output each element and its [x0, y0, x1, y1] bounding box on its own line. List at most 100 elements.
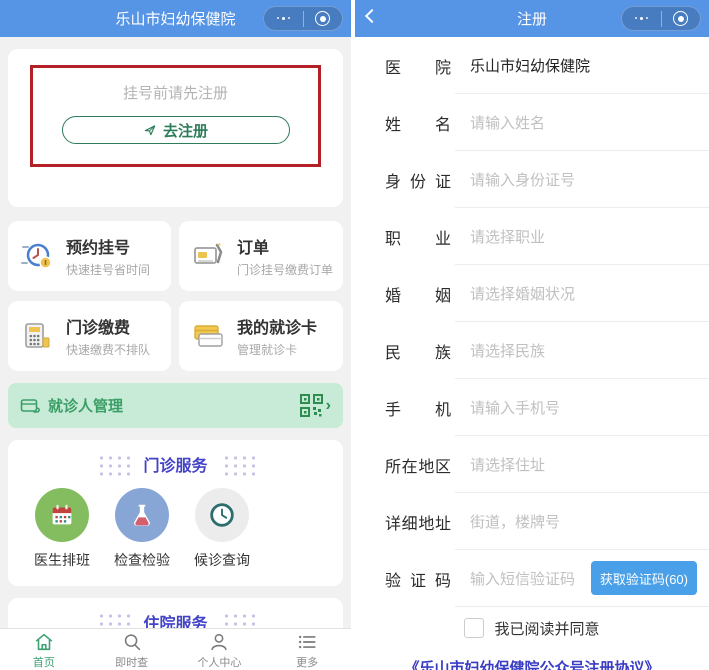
flask-icon: [115, 488, 169, 542]
qr-code-icon: [299, 393, 325, 419]
section-title: 门诊服务: [143, 452, 207, 476]
tab-label: 更多: [296, 654, 318, 670]
quick-action-mycard[interactable]: 我的就诊卡 管理就诊卡: [179, 301, 343, 371]
calendar-icon: [35, 488, 89, 542]
ethnicity-select[interactable]: 请选择民族: [470, 340, 545, 361]
service-queue-query[interactable]: 候诊查询: [182, 488, 262, 570]
row-divider: [455, 606, 709, 607]
agree-checkbox[interactable]: [464, 618, 484, 638]
chevron-right-icon: ›: [326, 397, 331, 415]
page-title: 注册: [517, 8, 547, 29]
register-page: 注册 医院 乐山市妇幼保健院 姓名 请输入姓名: [355, 0, 709, 670]
field-label: 医院: [385, 54, 451, 78]
form-row-occupation[interactable]: 职业 请选择职业: [355, 208, 709, 265]
quick-action-payment[interactable]: 门诊缴费 快速缴费不排队: [8, 301, 171, 371]
form-row-hospital: 医院 乐山市妇幼保健院: [355, 37, 709, 94]
tab-instant-query[interactable]: 即时查: [88, 629, 176, 670]
field-label: 民族: [385, 339, 451, 363]
outpatient-section: 门诊服务: [8, 440, 343, 586]
cards-icon: [189, 316, 229, 356]
search-icon: [121, 631, 143, 653]
patient-manage-bar[interactable]: 就诊人管理 ›: [8, 383, 343, 428]
service-label: 医生排班: [34, 550, 90, 570]
quick-action-orders[interactable]: 订单 门诊挂号缴费订单: [179, 221, 343, 291]
field-label: 手机: [385, 396, 451, 420]
tab-label: 个人中心: [197, 654, 241, 670]
form-row-idcard[interactable]: 身份证 请输入身份证号: [355, 151, 709, 208]
field-label: 身份证: [385, 168, 451, 192]
quick-action-title: 门诊缴费: [66, 314, 150, 338]
idcard-input[interactable]: 请输入身份证号: [470, 169, 575, 190]
quick-action-appointment[interactable]: 预约挂号 快速挂号省时间: [8, 221, 171, 291]
smscode-input[interactable]: 输入短信验证码: [470, 568, 575, 589]
form-row-address[interactable]: 详细地址 街道，楼牌号: [355, 493, 709, 550]
red-highlight-box: 挂号前请先注册 去注册: [30, 65, 321, 167]
wechat-capsule: [621, 6, 701, 31]
form-row-name[interactable]: 姓名 请输入姓名: [355, 94, 709, 151]
person-icon: [208, 631, 230, 653]
agree-label: 我已阅读并同意: [494, 618, 599, 639]
form-row-smscode[interactable]: 验证码 输入短信验证码 获取验证码(60): [355, 550, 709, 607]
field-label: 姓名: [385, 111, 451, 135]
patient-manage-label: 就诊人管理: [48, 395, 123, 416]
tab-more[interactable]: 更多: [263, 629, 351, 670]
form-row-phone[interactable]: 手机 请输入手机号: [355, 379, 709, 436]
more-menu-button[interactable]: [264, 17, 303, 21]
close-minimize-button[interactable]: [304, 11, 343, 26]
form-row-marriage[interactable]: 婚姻 请选择婚姻状况: [355, 265, 709, 322]
quick-action-title: 我的就诊卡: [237, 314, 317, 338]
form-row-ethnicity[interactable]: 民族 请选择民族: [355, 322, 709, 379]
name-input[interactable]: 请输入姓名: [470, 112, 545, 133]
quick-action-title: 订单: [237, 234, 333, 258]
home-page: 乐山市妇幼保健院 挂号前请先注册: [0, 0, 351, 670]
occupation-select[interactable]: 请选择职业: [470, 226, 545, 247]
quick-action-subtitle: 管理就诊卡: [237, 341, 317, 358]
service-label: 候诊查询: [194, 550, 250, 570]
phone-input[interactable]: 请输入手机号: [470, 397, 560, 418]
ellipsis-icon: [277, 17, 291, 21]
dots-decoration: [220, 452, 256, 476]
target-circle-icon: [673, 11, 688, 26]
service-label: 检查检验: [114, 550, 170, 570]
field-label: 所在地区: [385, 453, 451, 477]
bottom-tab-bar: 首页 即时查 个人中心 更多: [0, 628, 351, 670]
tab-home[interactable]: 首页: [0, 629, 88, 670]
quick-action-title: 预约挂号: [66, 234, 150, 258]
get-code-button[interactable]: 获取验证码(60): [591, 561, 697, 595]
more-menu-button[interactable]: [622, 17, 661, 21]
register-header: 注册: [355, 0, 709, 37]
register-form: 医院 乐山市妇幼保健院 姓名 请输入姓名 身份证 请输入身份证号 职业 请选择职…: [355, 37, 709, 670]
wechat-capsule: [263, 6, 343, 31]
register-prompt-card: 挂号前请先注册 去注册: [8, 49, 343, 207]
tab-personal-center[interactable]: 个人中心: [176, 629, 264, 670]
quick-action-subtitle: 快速缴费不排队: [66, 341, 150, 358]
screenshot-root: 乐山市妇幼保健院 挂号前请先注册: [0, 0, 709, 670]
register-notice-text: 挂号前请先注册: [33, 82, 318, 103]
close-minimize-button[interactable]: [662, 11, 701, 26]
field-label: 职业: [385, 225, 451, 249]
send-icon: [143, 123, 157, 137]
agreement-link[interactable]: 《乐山市妇幼保健院公众号注册协议》: [355, 657, 709, 670]
list-icon: [296, 631, 318, 653]
service-lab-tests[interactable]: 检查检验: [102, 488, 182, 570]
back-icon[interactable]: [365, 9, 379, 23]
calculator-icon: [18, 316, 58, 356]
home-icon: [33, 631, 55, 653]
order-document-icon: [189, 236, 229, 276]
quick-action-subtitle: 门诊挂号缴费订单: [237, 261, 333, 278]
region-select[interactable]: 请选择住址: [470, 454, 545, 475]
home-header: 乐山市妇幼保健院: [0, 0, 351, 37]
quick-action-subtitle: 快速挂号省时间: [66, 261, 150, 278]
form-row-region[interactable]: 所在地区 请选择住址: [355, 436, 709, 493]
target-circle-icon: [315, 11, 330, 26]
service-doctor-schedule[interactable]: 医生排班: [22, 488, 102, 570]
clock-icon: [195, 488, 249, 542]
field-label: 详细地址: [385, 510, 451, 534]
clock-badge-icon: [18, 236, 58, 276]
tab-label: 首页: [33, 654, 55, 670]
marriage-select[interactable]: 请选择婚姻状况: [470, 283, 575, 304]
address-input[interactable]: 街道，楼牌号: [470, 511, 560, 532]
dots-decoration: [95, 452, 131, 476]
go-register-button[interactable]: 去注册: [62, 116, 290, 144]
page-title: 乐山市妇幼保健院: [115, 8, 235, 29]
